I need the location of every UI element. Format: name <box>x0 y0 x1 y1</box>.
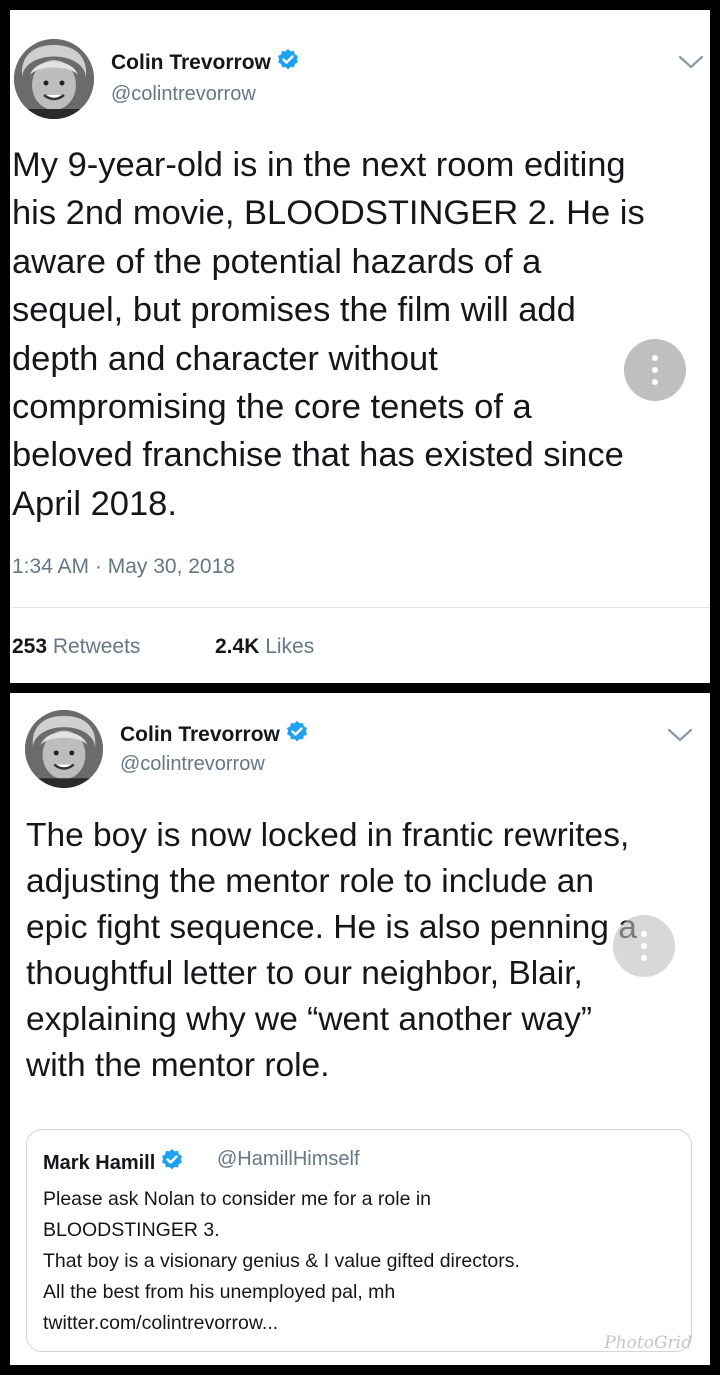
tweet-text: The boy is now locked in frantic rewrite… <box>26 817 637 1084</box>
author-handle[interactable]: @colintrevorrow <box>120 753 265 776</box>
watermark: PhotoGrid <box>604 1333 692 1353</box>
verified-badge-icon <box>285 720 309 750</box>
more-vertical-icon[interactable] <box>624 339 686 401</box>
more-vertical-icon[interactable] <box>613 915 675 977</box>
tweet-text: My 9-year-old is in the next room editin… <box>12 146 645 523</box>
verified-badge-icon <box>276 48 300 78</box>
quoted-tweet[interactable]: Mark Hamill @HamillHimself Please ask No… <box>26 1129 692 1352</box>
author-name[interactable]: Colin Trevorrow <box>120 720 309 750</box>
avatar[interactable] <box>14 39 94 119</box>
author-name[interactable]: Colin Trevorrow <box>111 48 300 78</box>
verified-badge-icon <box>160 1148 184 1178</box>
author-handle[interactable]: @colintrevorrow <box>111 83 256 106</box>
tweet-card: Colin Trevorrow @colintrevorrow My 9-yea… <box>10 10 710 683</box>
divider <box>12 607 710 608</box>
avatar[interactable] <box>25 710 103 788</box>
retweets-stat[interactable]: 253 Retweets <box>12 635 140 659</box>
likes-stat[interactable]: 2.4K Likes <box>215 635 314 659</box>
tweet-timestamp[interactable]: 1:34 AM · May 30, 2018 <box>12 555 235 579</box>
chevron-down-icon[interactable] <box>667 727 693 748</box>
tweet-card: Colin Trevorrow @colintrevorrow The boy … <box>10 693 710 1365</box>
quoted-author-handle[interactable]: @HamillHimself <box>217 1148 360 1171</box>
chevron-down-icon[interactable] <box>678 54 704 75</box>
quoted-author-name[interactable]: Mark Hamill <box>43 1148 184 1178</box>
quoted-tweet-text: Please ask Nolan to consider me for a ro… <box>43 1188 520 1334</box>
